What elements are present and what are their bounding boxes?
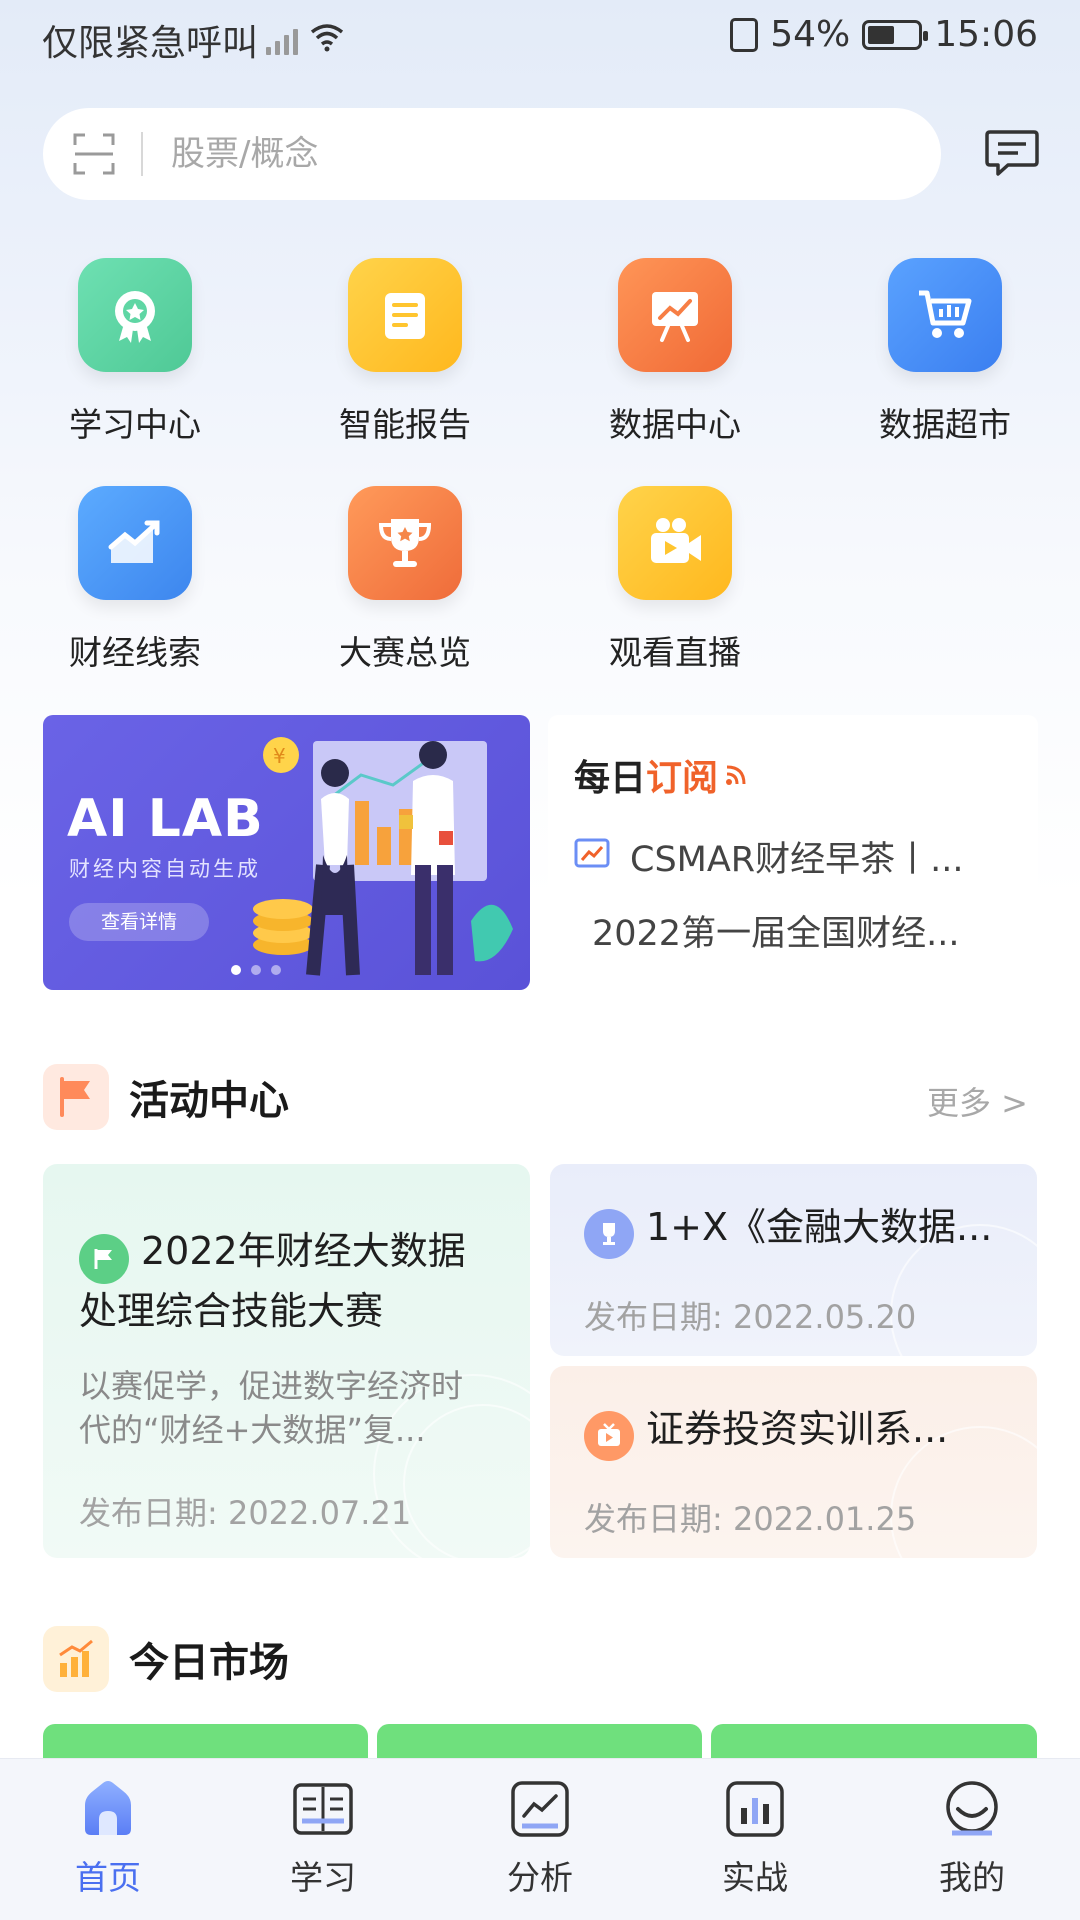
more-link[interactable]: 更多 > xyxy=(927,1078,1028,1124)
trend-chart-icon xyxy=(78,486,192,600)
search-bar[interactable] xyxy=(43,108,941,200)
banner-subtitle: 财经内容自动生成 xyxy=(69,857,261,881)
grid-label: 大赛总览 xyxy=(339,633,471,672)
search-divider xyxy=(141,132,143,176)
banner-pager xyxy=(231,965,281,975)
market-chart-icon xyxy=(43,1626,109,1692)
nav-label: 分析 xyxy=(507,1858,573,1897)
nav-label: 实战 xyxy=(722,1858,788,1897)
svg-text:¥: ¥ xyxy=(273,744,286,768)
daily-title: 每日 订阅 xyxy=(574,749,748,801)
status-bar: 仅限紧急呼叫 54% 15:06 xyxy=(0,0,1080,76)
book-icon xyxy=(291,1777,355,1841)
profile-icon xyxy=(940,1777,1004,1841)
grid-label: 智能报告 xyxy=(339,405,471,444)
scan-icon[interactable] xyxy=(73,133,115,175)
shopping-cart-icon xyxy=(888,258,1002,372)
grid-label: 数据中心 xyxy=(609,405,741,444)
search-input[interactable] xyxy=(171,134,771,174)
grid-item-contest-overview[interactable]: 大赛总览 xyxy=(305,486,505,674)
today-market-header: 今日市场 xyxy=(43,1626,289,1692)
ai-lab-banner[interactable]: AI LAB 财经内容自动生成 查看详情 ¥ xyxy=(43,715,530,990)
presentation-chart-icon xyxy=(618,258,732,372)
activity-card-title: 1+X《金融大数据... xyxy=(584,1200,1024,1259)
daily-item-text: CSMAR财经早茶丨... xyxy=(630,840,964,880)
banner-illustration: ¥ xyxy=(253,737,513,976)
home-icon xyxy=(76,1777,140,1841)
nav-label: 学习 xyxy=(290,1858,356,1897)
activity-card-date: 发布日期: 2022.01.25 xyxy=(584,1500,917,1538)
clock: 15:06 xyxy=(934,14,1038,55)
message-icon[interactable] xyxy=(984,128,1040,180)
banner-title: AI LAB xyxy=(67,789,264,849)
activity-center-header: 活动中心 xyxy=(43,1064,289,1130)
section-title: 今日市场 xyxy=(129,1640,289,1686)
daily-item-text: 2022第一届全国财经... xyxy=(592,914,960,954)
nav-label: 我的 xyxy=(939,1858,1005,1897)
activity-card-title: 2022年财经大数据处理综合技能大赛 xyxy=(79,1229,466,1333)
grid-item-finance-clues[interactable]: 财经线索 xyxy=(35,486,235,674)
trophy-badge-icon xyxy=(584,1209,634,1259)
activity-card-date: 发布日期: 2022.05.20 xyxy=(584,1298,917,1336)
rss-icon xyxy=(724,755,748,796)
section-title: 活动中心 xyxy=(129,1078,289,1124)
grid-item-data-center[interactable]: 数据中心 xyxy=(575,258,775,446)
nav-learn[interactable]: 学习 xyxy=(263,1777,383,1899)
nav-analysis[interactable]: 分析 xyxy=(480,1777,600,1899)
nav-practice[interactable]: 实战 xyxy=(695,1777,815,1899)
nav-label: 首页 xyxy=(75,1858,141,1897)
nav-home[interactable]: 首页 xyxy=(48,1777,168,1899)
grid-label: 观看直播 xyxy=(609,633,741,672)
analysis-chart-icon xyxy=(508,1777,572,1841)
grid-label: 数据超市 xyxy=(879,405,1011,444)
signal-icon xyxy=(266,25,299,55)
daily-item[interactable]: CSMAR财经早茶丨... xyxy=(574,831,964,882)
daily-item[interactable]: 2022第一届全国财经... xyxy=(592,905,959,956)
daily-title-a: 每日 xyxy=(574,758,647,799)
trophy-icon xyxy=(348,486,462,600)
bar-chart-icon xyxy=(723,1777,787,1841)
tv-badge-icon xyxy=(584,1411,634,1461)
battery-percent: 54% xyxy=(770,14,851,55)
daily-subscribe-panel: 每日 订阅 CSMAR财经早茶丨... 2022第一届全国财经... xyxy=(548,715,1038,990)
grid-label: 财经线索 xyxy=(69,633,201,672)
activity-card[interactable]: 证券投资实训系... 发布日期: 2022.01.25 xyxy=(550,1366,1037,1558)
activity-card[interactable]: 1+X《金融大数据... 发布日期: 2022.05.20 xyxy=(550,1164,1037,1356)
grid-item-smart-report[interactable]: 智能报告 xyxy=(305,258,505,446)
flag-badge-icon xyxy=(79,1234,129,1284)
activity-card-desc: 以赛促学，促进数字经济时代的“财经+大数据”复... xyxy=(79,1367,464,1449)
vibrate-icon xyxy=(730,17,759,52)
daily-title-b: 订阅 xyxy=(646,758,719,799)
activity-card[interactable]: 2022年财经大数据处理综合技能大赛 以赛促学，促进数字经济时代的“财经+大数据… xyxy=(43,1164,530,1558)
nav-profile[interactable]: 我的 xyxy=(912,1777,1032,1899)
activity-card-date: 发布日期: 2022.07.21 xyxy=(79,1494,412,1532)
wifi-icon xyxy=(310,20,344,61)
grid-label: 学习中心 xyxy=(69,405,201,444)
banner-detail-button[interactable]: 查看详情 xyxy=(69,903,209,941)
bottom-nav: 首页 学习 分析 实战 我的 xyxy=(0,1758,1080,1920)
ribbon-badge-icon xyxy=(78,258,192,372)
grid-item-data-market[interactable]: 数据超市 xyxy=(845,258,1045,446)
carrier-text: 仅限紧急呼叫 xyxy=(42,23,259,64)
video-camera-icon xyxy=(618,486,732,600)
chart-news-icon xyxy=(574,837,610,877)
grid-item-learning-center[interactable]: 学习中心 xyxy=(35,258,235,446)
flag-icon xyxy=(43,1064,109,1130)
activity-card-title: 证券投资实训系... xyxy=(584,1402,1024,1461)
battery-icon xyxy=(862,19,929,50)
grid-item-watch-live[interactable]: 观看直播 xyxy=(575,486,775,674)
report-icon xyxy=(348,258,462,372)
